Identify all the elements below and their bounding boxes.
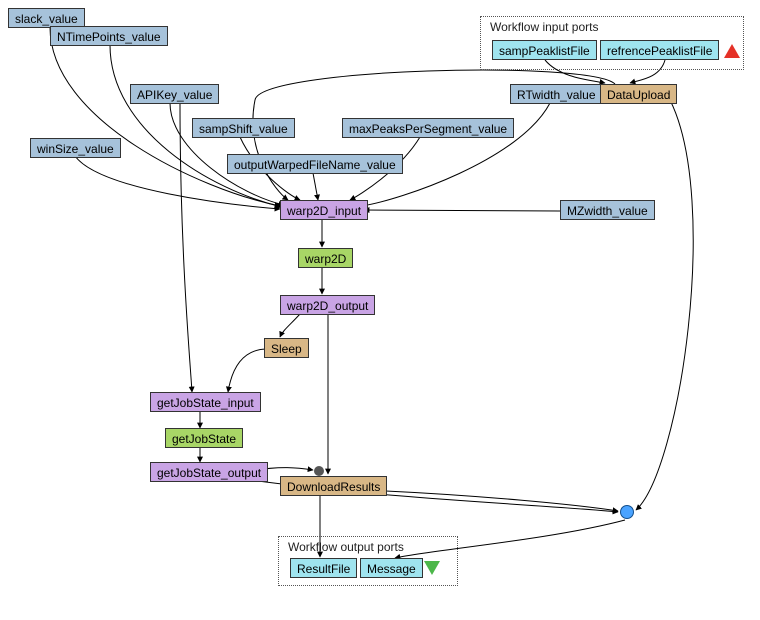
node-maxpeaks-value[interactable]: maxPeaksPerSegment_value [342,118,514,138]
node-message[interactable]: Message [360,558,423,578]
node-winsize-value[interactable]: winSize_value [30,138,121,158]
merge-point-icon [314,466,324,476]
node-downloadresults[interactable]: DownloadResults [280,476,387,496]
node-samppeaklistfile[interactable]: sampPeaklistFile [492,40,597,60]
node-dataupload[interactable]: DataUpload [600,84,677,104]
node-warp2d-input[interactable]: warp2D_input [280,200,368,220]
node-slack-value[interactable]: slack_value [8,8,85,28]
node-mzwidth-value[interactable]: MZwidth_value [560,200,655,220]
join-point-icon [620,505,634,519]
node-ntimepoints-value[interactable]: NTimePoints_value [50,26,168,46]
node-sampshift-value[interactable]: sampShift_value [192,118,295,138]
node-getjobstate-output[interactable]: getJobState_output [150,462,268,482]
group-output-label: Workflow output ports [288,540,404,554]
node-resultfile[interactable]: ResultFile [290,558,357,578]
node-refrencepeaklistfile[interactable]: refrencePeaklistFile [600,40,719,60]
node-warp2d-output[interactable]: warp2D_output [280,295,375,315]
node-sleep[interactable]: Sleep [264,338,309,358]
node-getjobstate[interactable]: getJobState [165,428,243,448]
group-input-label: Workflow input ports [490,20,599,34]
node-getjobstate-input[interactable]: getJobState_input [150,392,261,412]
node-warp2d[interactable]: warp2D [298,248,353,268]
node-apikey-value[interactable]: APIKey_value [130,84,219,104]
warn-icon [724,44,740,58]
ok-icon [424,561,440,575]
node-rtwidth-value[interactable]: RTwidth_value [510,84,603,104]
node-outputwarped-value[interactable]: outputWarpedFileName_value [227,154,403,174]
